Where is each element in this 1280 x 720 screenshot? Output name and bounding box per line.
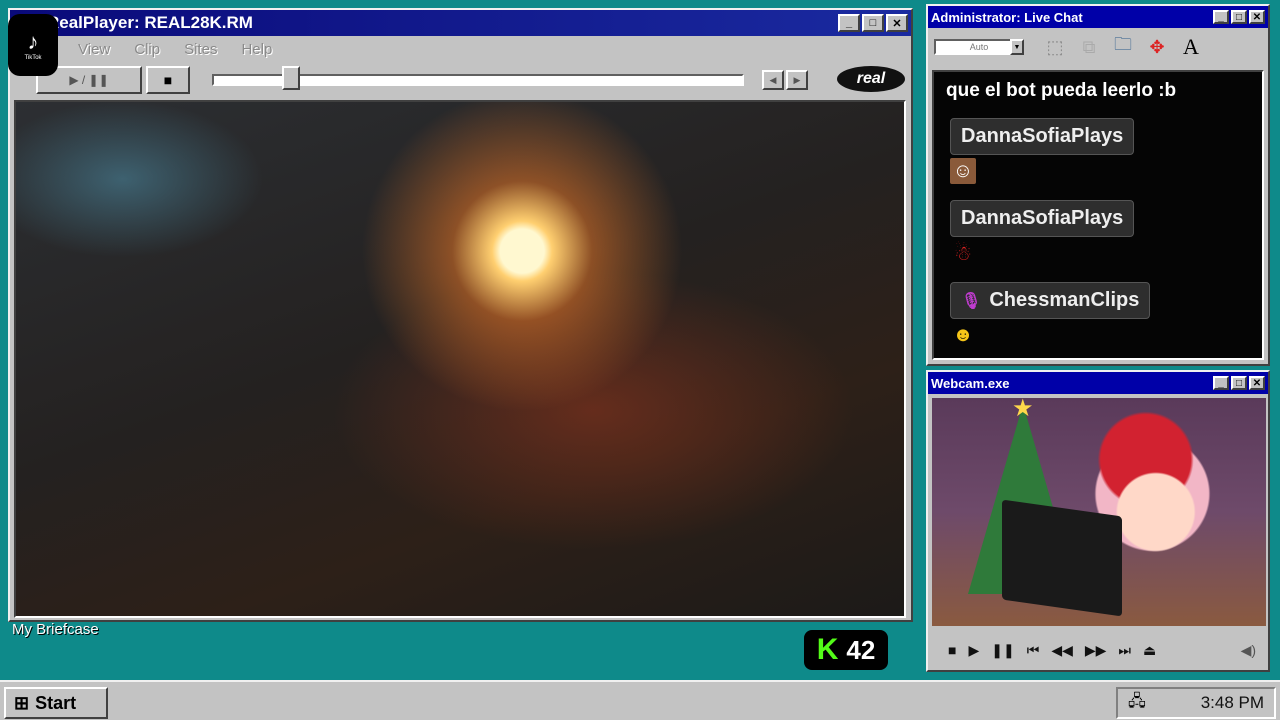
minimize-button[interactable]: _ [838,14,860,32]
skip-forward-icon[interactable]: ⏭ [1118,642,1131,659]
tiktok-note-icon: ♪ [27,29,39,54]
my-briefcase-label[interactable]: My Briefcase [12,621,99,638]
tiktok-label: TikTok [24,55,42,61]
laughing-emote-icon: ☻ [952,323,974,346]
seek-back-button[interactable]: ◀ [762,70,784,90]
realplayer-menubar: View Clip Sites Help [10,36,911,62]
realplayer-window: RealPlayer: REAL28K.RM _ □ ✕ View Clip S… [8,8,913,622]
chat-message: 🎙 ChessmanClips [950,282,1151,319]
chat-username: DannaSofiaPlays [950,118,1135,155]
rewind-icon[interactable]: ◀◀ [1051,642,1073,659]
man-face-emote-icon: ☺ [950,158,976,184]
font-icon[interactable]: A [1176,32,1206,62]
realplayer-titlebar[interactable]: RealPlayer: REAL28K.RM _ □ ✕ [10,10,911,36]
webcam-maximize-button[interactable]: □ [1231,376,1247,390]
kick-viewer-badge: K 42 [804,630,888,670]
clock[interactable]: 3:48 PM [1201,693,1264,713]
chevron-down-icon[interactable]: ▼ [1010,39,1024,55]
santa-emote-icon: ☃ [954,242,972,265]
start-label: Start [35,692,77,713]
live-chat-window: Administrator: Live Chat _ □ ✕ Auto ▼ ⬚ … [926,4,1270,366]
video-display[interactable] [14,100,906,618]
webcam-titlebar[interactable]: Webcam.exe _ □ ✕ [928,372,1268,394]
volume-icon[interactable]: ◀) [1241,642,1256,659]
chat-username: 🎙 ChessmanClips [950,282,1151,319]
viewer-count: 42 [846,634,876,665]
real-logo: real [837,66,905,92]
chat-message: DannaSofiaPlays [950,200,1135,237]
microphone-icon: 🎙 [961,292,982,310]
close-button[interactable]: ✕ [886,14,908,32]
webcam-window: Webcam.exe _ □ ✕ ★ ■ ▶ ❚❚ ⏮ ◀◀ ▶▶ ⏭ ⏏ ◀) [926,370,1270,672]
position-slider-thumb[interactable] [282,66,300,90]
webcam-minimize-button[interactable]: _ [1213,376,1229,390]
windows-logo-icon: ⊞ [14,692,30,713]
scheduler-icon[interactable]: 🖧 [1128,690,1146,717]
menu-clip[interactable]: Clip [134,41,160,58]
chat-log: que el bot pueda leerlo :b DannaSofiaPla… [932,70,1264,360]
kick-logo-icon: K [816,633,839,666]
chat-username: DannaSofiaPlays [950,200,1135,237]
star-icon: ★ [1012,395,1034,422]
eject-icon[interactable]: ⏏ [1143,642,1156,659]
menu-help[interactable]: Help [241,41,272,58]
webcam-title: Webcam.exe [931,375,1010,391]
webcam-media-controls: ■ ▶ ❚❚ ⏮ ◀◀ ▶▶ ⏭ ⏏ ◀) [932,634,1266,666]
system-tray: 🖧 3:48 PM [1116,687,1276,719]
select-icon[interactable]: ⬚ [1040,32,1070,62]
stop-icon[interactable]: ■ [948,642,956,658]
seek-forward-button[interactable]: ▶ [786,70,808,90]
chat-toolbar: Auto ▼ ⬚ ⧉ 🗀 ✥ A [928,28,1268,66]
realplayer-title: RealPlayer: REAL28K.RM [47,13,253,32]
menu-view[interactable]: View [78,41,110,58]
webcam-close-button[interactable]: ✕ [1249,376,1265,390]
chat-message-text: que el bot pueda leerlo :b [946,80,1177,101]
taskbar: ⊞ Start 🖧 3:48 PM [0,680,1280,720]
start-button[interactable]: ⊞ Start [4,687,108,719]
chat-titlebar[interactable]: Administrator: Live Chat _ □ ✕ [928,6,1268,28]
font-size-select[interactable]: Auto ▼ [934,39,1024,55]
copy-icon[interactable]: ⧉ [1074,32,1104,62]
tiktok-logo: ♪ TikTok [8,14,58,76]
chat-title: Administrator: Live Chat [931,9,1083,25]
pause-icon[interactable]: ❚❚ [991,642,1014,659]
stop-button[interactable]: ■ [146,66,190,94]
realplayer-controls: ▶ / ❚❚ ■ ◀ ▶ real [10,62,911,98]
fast-forward-icon[interactable]: ▶▶ [1085,642,1107,659]
maximize-button[interactable]: □ [862,14,884,32]
play-icon[interactable]: ▶ [968,642,979,659]
folder-icon[interactable]: 🗀 [1108,32,1138,62]
menu-sites[interactable]: Sites [184,41,217,58]
move-icon[interactable]: ✥ [1142,32,1172,62]
font-size-value: Auto [969,42,989,52]
computer-monitor-illustration [1002,499,1122,617]
chat-close-button[interactable]: ✕ [1249,10,1265,24]
webcam-feed: ★ [932,395,1266,626]
chat-maximize-button[interactable]: □ [1231,10,1247,24]
chat-message: DannaSofiaPlays [950,118,1135,155]
chat-minimize-button[interactable]: _ [1213,10,1229,24]
skip-back-icon[interactable]: ⏮ [1027,642,1040,659]
